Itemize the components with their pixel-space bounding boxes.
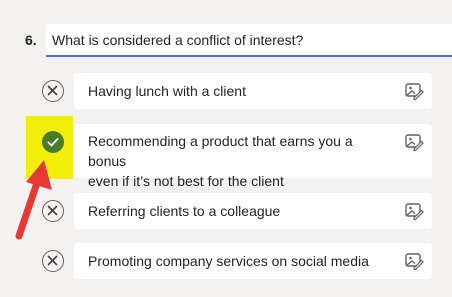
annotation-arrow-icon [15, 160, 52, 240]
edit-image-icon[interactable] [404, 251, 424, 271]
answer-option-box[interactable]: Referring clients to a colleague [74, 193, 432, 229]
answer-option-box[interactable]: Having lunch with a client [74, 73, 432, 109]
x-circle-icon[interactable] [42, 250, 64, 272]
edit-image-icon[interactable] [404, 81, 424, 101]
answer-option-box[interactable]: Promoting company services on social med… [74, 243, 432, 279]
edit-image-icon[interactable] [404, 201, 424, 221]
answer-option-4: Promoting company services on social med… [0, 243, 452, 279]
answer-option-box[interactable]: Recommending a product that earns you a … [74, 124, 432, 189]
answer-option-1: Having lunch with a client [0, 73, 452, 109]
question-number: 6. [25, 32, 37, 48]
quiz-question-page: 6. What is considered a conflict of inte… [0, 0, 452, 297]
x-circle-icon[interactable] [42, 80, 64, 102]
answer-option-text: Having lunch with a client [88, 83, 246, 99]
answer-option-2: Recommending a product that earns you a … [0, 124, 452, 189]
question-text-field[interactable]: What is considered a conflict of interes… [46, 24, 452, 57]
check-circle-icon[interactable] [42, 131, 64, 153]
answer-option-text: Referring clients to a colleague [88, 203, 281, 219]
answer-option-3: Referring clients to a colleague [0, 193, 452, 229]
edit-image-icon[interactable] [404, 132, 424, 152]
answer-option-text-line-2: even if it’s not best for the client [88, 173, 284, 189]
answer-option-text-line-1: Recommending a product that earns you a … [88, 133, 353, 169]
answer-option-text: Promoting company services on social med… [88, 253, 369, 269]
